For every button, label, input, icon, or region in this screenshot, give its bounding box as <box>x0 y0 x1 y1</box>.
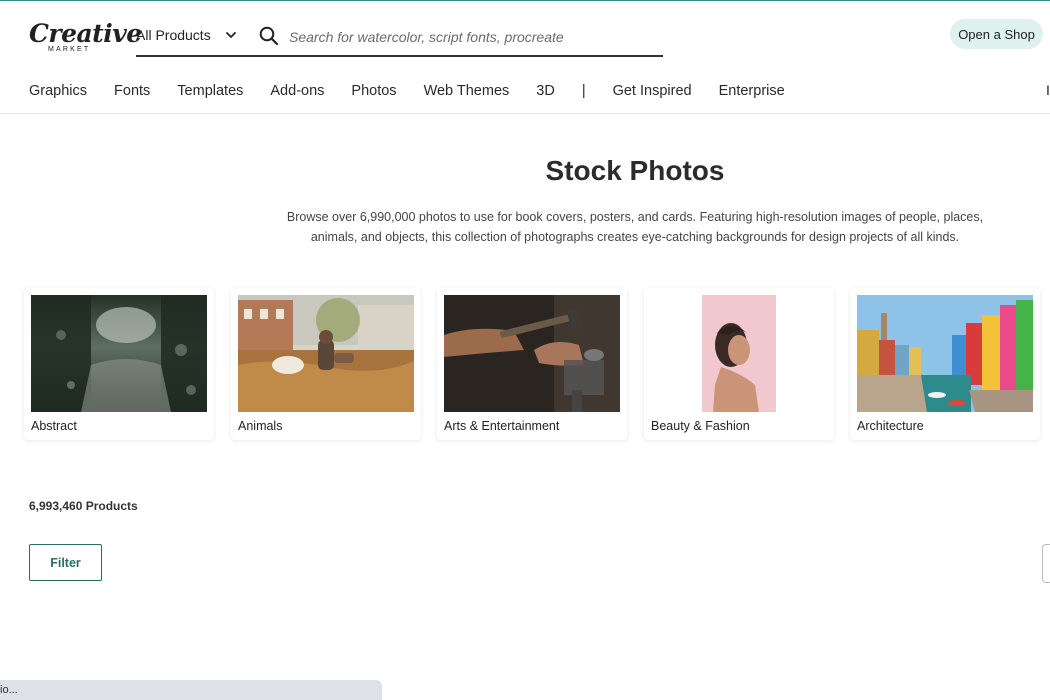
page-title: Stock Photos <box>545 155 725 186</box>
nav-item-fonts[interactable]: Fonts <box>114 83 150 99</box>
description-line-2: animals, and objects, this collection of… <box>310 230 960 244</box>
sort-dropdown-edge[interactable] <box>1042 544 1050 583</box>
category-nav: Graphics Fonts Templates Add-ons Photos … <box>29 81 812 101</box>
category-label: Animals <box>238 419 283 433</box>
colorful-canal-photo <box>857 295 1033 412</box>
page-description: Browse over 6,990,000 photos to use for … <box>270 207 1000 247</box>
category-card-architecture[interactable]: Architecture <box>850 288 1040 440</box>
category-card-arts-entertainment[interactable]: Arts & Entertainment <box>437 288 627 440</box>
category-card-beauty-fashion[interactable]: Beauty & Fashion <box>644 288 834 440</box>
nav-item-graphics[interactable]: Graphics <box>29 83 87 99</box>
creative-market-logo[interactable]: Creative MARKET <box>29 19 142 58</box>
category-card-abstract[interactable]: Abstract <box>24 288 214 440</box>
dog-autumn-photo <box>238 295 414 412</box>
nav-item-3d[interactable]: 3D <box>536 83 555 99</box>
category-card-animals[interactable]: Animals <box>231 288 421 440</box>
nav-divider <box>0 113 1050 114</box>
open-a-shop-button[interactable]: Open a Shop <box>950 19 1043 49</box>
nav-separator: | <box>581 83 586 99</box>
nav-item-templates[interactable]: Templates <box>177 83 243 99</box>
nav-item-enterprise[interactable]: Enterprise <box>719 83 785 99</box>
forest-reflection-photo <box>31 295 207 412</box>
hammer-craft-photo <box>444 295 620 412</box>
category-cards: Abstract Animals Arts & Entertainment Be… <box>24 288 1050 443</box>
chevron-down-icon <box>225 32 236 38</box>
category-label: Abstract <box>31 419 77 433</box>
category-label: Beauty & Fashion <box>651 419 750 433</box>
product-count: 6,993,460 Products <box>29 499 138 513</box>
filter-button[interactable]: Filter <box>29 544 102 581</box>
search-bar: All Products <box>136 23 663 57</box>
products-select-label: All Products <box>136 27 211 43</box>
category-label: Architecture <box>857 419 924 433</box>
logo-wordmark: Creative <box>29 19 142 48</box>
nav-item-photos[interactable]: Photos <box>351 83 396 99</box>
nav-item-web-themes[interactable]: Web Themes <box>424 83 510 99</box>
description-line-1: Browse over 6,990,000 photos to use for … <box>286 210 984 224</box>
search-icon[interactable] <box>259 26 279 46</box>
browser-status-bar: io... <box>0 680 382 700</box>
all-products-dropdown[interactable]: All Products <box>136 27 237 43</box>
site-header: Creative MARKET All Products Open a Shop <box>0 0 1050 70</box>
search-input[interactable] <box>289 25 649 49</box>
nav-overflow-edge: I <box>1046 82 1050 98</box>
nav-item-get-inspired[interactable]: Get Inspired <box>613 83 692 99</box>
category-label: Arts & Entertainment <box>444 419 560 433</box>
nav-item-add-ons[interactable]: Add-ons <box>270 83 324 99</box>
woman-portrait-photo <box>651 295 827 412</box>
